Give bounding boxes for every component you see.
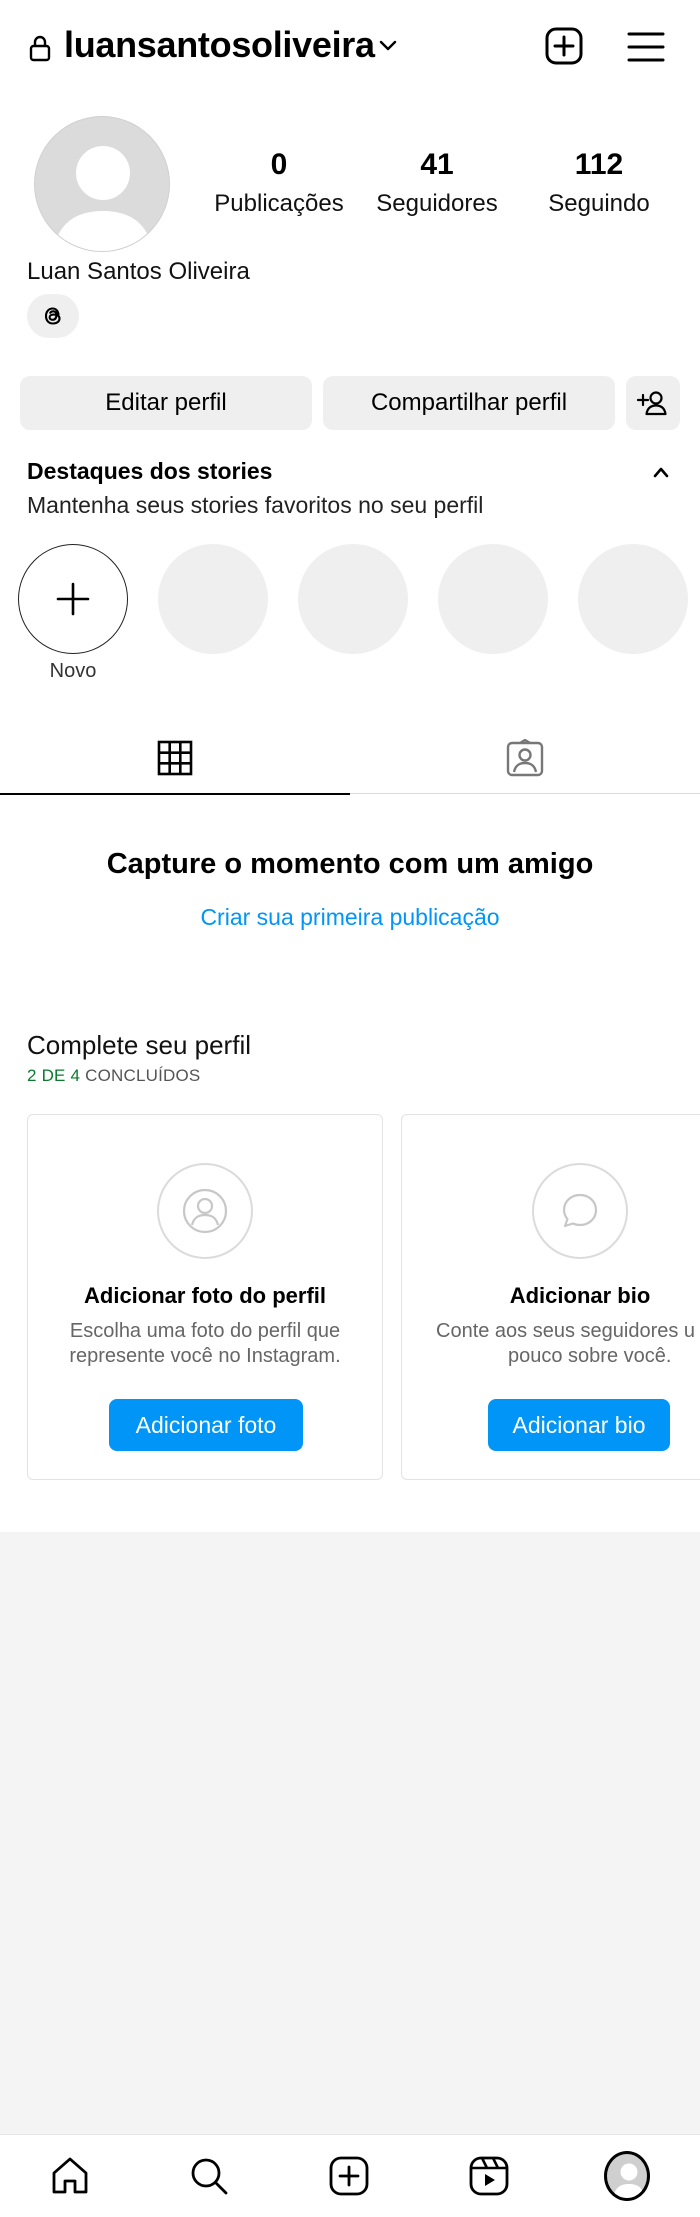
highlight-placeholder [158,544,268,654]
plus-icon [56,582,90,616]
stat-value: 41 [420,148,454,181]
nav-search[interactable] [186,2153,232,2199]
card-title: Adicionar foto do perfil [84,1283,326,1308]
complete-profile-progress: 2 DE 4 CONCLUÍDOS [27,1066,200,1086]
speech-bubble-icon [532,1163,628,1259]
stat-value: 112 [574,148,624,181]
profile-photo-icon [157,1163,253,1259]
add-photo-button[interactable]: Adicionar foto [109,1399,303,1451]
stat-following[interactable]: 112 Seguindo [534,148,664,218]
tagged-person-icon [506,739,544,777]
empty-state-title: Capture o momento com um amigo [106,848,594,880]
highlights-subtitle: Mantenha seus stories favoritos no seu p… [27,492,484,518]
chevron-down-icon[interactable] [378,38,398,54]
grid-icon [157,740,193,776]
stat-label: Publicações [214,190,344,217]
tab-posts-grid[interactable] [0,722,350,795]
threads-icon [44,307,61,325]
lock-icon [29,35,51,62]
card-description-line: pouco sobre você. [508,1345,672,1367]
default-avatar-icon [53,146,153,251]
home-icon [52,2157,88,2194]
edit-profile-button[interactable]: Editar perfil [20,376,312,430]
card-description: Escolha uma foto do perfil que represent… [48,1319,362,1369]
add-person-icon [637,391,667,416]
card-description-line: represente você no Instagram. [69,1345,341,1367]
hamburger-menu-icon[interactable] [627,30,665,64]
card-description-line: Escolha uma foto do perfil que [69,1320,341,1342]
chevron-up-icon[interactable] [652,466,670,478]
highlight-placeholder [578,544,688,654]
profile-avatar-icon [604,2151,650,2201]
share-profile-button[interactable]: Compartilhar perfil [323,376,615,430]
username[interactable]: luansantosoliveira [64,24,375,66]
add-bio-card: Adicionar bio Conte aos seus seguidores … [401,1114,700,1480]
card-description-line: Conte aos seus seguidores u [436,1320,696,1342]
top-bar: luansantosoliveira [0,0,700,96]
add-bio-button[interactable]: Adicionar bio [488,1399,670,1451]
new-highlight-button[interactable] [18,544,128,654]
highlights-title: Destaques dos stories [27,458,273,484]
highlight-placeholder [298,544,408,654]
add-photo-card: Adicionar foto do perfil Escolha uma fot… [27,1114,383,1480]
search-icon [191,2158,228,2195]
plus-square-icon[interactable] [544,26,584,66]
progress-suffix: CONCLUÍDOS [80,1066,201,1085]
profile-avatar[interactable] [34,116,170,252]
nav-home[interactable] [47,2153,93,2199]
threads-badge[interactable] [27,294,79,338]
bottom-navigation [0,2134,700,2217]
plus-square-icon [329,2156,369,2196]
stat-label: Seguindo [548,190,650,217]
create-first-post-link[interactable]: Criar sua primeira publicação [0,904,700,931]
card-title: Adicionar bio [509,1283,651,1308]
card-description: Conte aos seus seguidores u pouco sobre … [432,1319,700,1369]
new-highlight-label: Novo [49,660,97,682]
nav-reels[interactable] [466,2153,512,2199]
complete-profile-title: Complete seu perfil [27,1030,251,1060]
tab-tagged[interactable] [350,722,700,794]
progress-done: 2 DE 4 [27,1066,81,1085]
highlight-placeholder [438,544,548,654]
full-name: Luan Santos Oliveira [27,258,250,285]
profile-screen: luansantosoliveira 0 Publicações 41 Segu… [0,0,700,1532]
stat-followers[interactable]: 41 Seguidores [372,148,502,218]
reels-icon [469,2156,509,2196]
stat-label: Seguidores [376,190,498,217]
profile-tabs [0,722,700,795]
stat-posts[interactable]: 0 Publicações [214,148,344,218]
nav-create[interactable] [326,2153,372,2199]
active-tab-indicator [0,793,350,795]
nav-profile[interactable] [604,2151,650,2201]
stat-value: 0 [270,148,288,181]
discover-people-button[interactable] [626,376,680,430]
profile-actions: Editar perfil Compartilhar perfil [20,376,680,430]
